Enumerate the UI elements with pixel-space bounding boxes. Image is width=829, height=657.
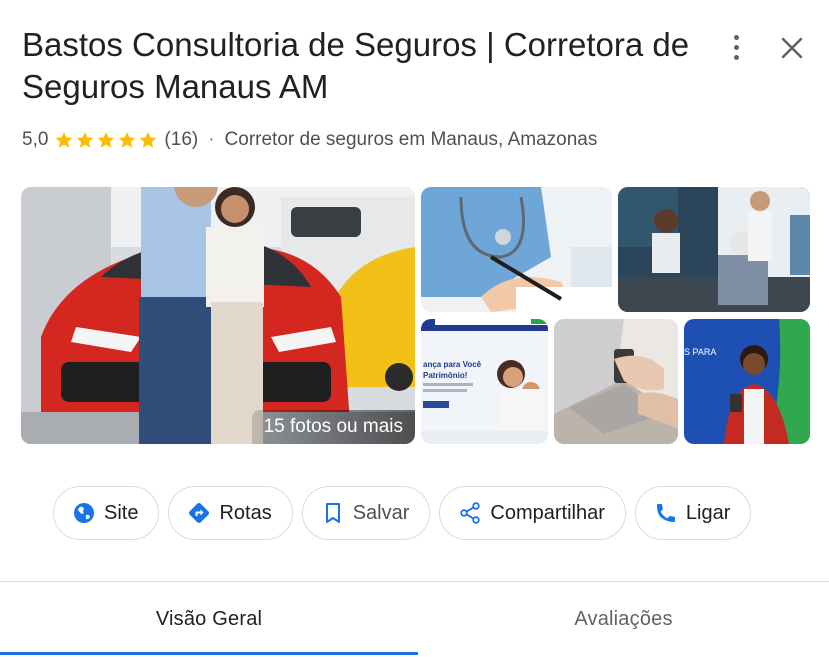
star-icon xyxy=(98,132,115,148)
photo-doctor-writing xyxy=(421,187,612,312)
save-button[interactable]: Salvar xyxy=(301,486,431,540)
star-icon xyxy=(56,132,73,148)
directions-icon xyxy=(189,503,210,523)
bookmark-icon xyxy=(325,503,340,523)
share-icon xyxy=(460,502,481,524)
directions-button[interactable]: Rotas xyxy=(168,486,293,540)
photo-business-meeting xyxy=(618,187,810,312)
tab-bar: Visão Geral Avaliações xyxy=(0,582,829,657)
photo-promo-banner: S PARA xyxy=(684,319,810,444)
more-photos-label[interactable]: 15 fotos ou mais xyxy=(251,410,415,444)
share-button[interactable]: Compartilhar xyxy=(439,486,626,540)
business-category: Corretor de seguros em Manaus, Amazonas xyxy=(224,129,598,150)
photo-gallery: 15 fotos ou mais ança para Você Patrimôn… xyxy=(21,187,810,444)
photo-promo[interactable]: S PARA xyxy=(684,319,810,444)
rating-stars xyxy=(54,130,158,150)
close-icon[interactable] xyxy=(776,32,808,64)
photo-laptop[interactable] xyxy=(554,319,678,444)
photo-doctor[interactable] xyxy=(421,187,612,312)
share-button-label: Compartilhar xyxy=(490,501,605,524)
action-buttons: Site Rotas Salvar Compartilhar Ligar xyxy=(53,486,752,540)
site-button-label: Site xyxy=(104,501,139,524)
call-button[interactable]: Ligar xyxy=(634,486,752,540)
photo-phone-laptop xyxy=(554,319,678,444)
review-count-link[interactable]: (16) xyxy=(164,129,198,151)
photo-couple-car xyxy=(21,187,415,444)
star-icon xyxy=(77,132,94,148)
globe-icon xyxy=(74,503,94,523)
star-icon xyxy=(119,132,136,148)
star-icon xyxy=(140,132,157,148)
tab-overview[interactable]: Visão Geral xyxy=(0,582,418,657)
save-button-label: Salvar xyxy=(352,501,410,524)
site-button[interactable]: Site xyxy=(53,486,160,540)
business-title: Bastos Consultoria de Seguros | Corretor… xyxy=(22,26,690,105)
separator-dot: · xyxy=(208,129,215,150)
rating-score: 5,0 xyxy=(22,129,49,150)
photo-meeting[interactable] xyxy=(618,187,810,312)
promo-text: S PARA xyxy=(684,347,716,357)
tab-reviews[interactable]: Avaliações xyxy=(418,582,829,657)
svg-text:ança para Você: ança para Você xyxy=(423,360,482,369)
directions-button-label: Rotas xyxy=(219,501,272,524)
photo-website-screenshot: ança para Você Patrimônio! xyxy=(421,319,548,444)
rating-row: 5,0 (16) · Corretor de seguros em Manaus… xyxy=(22,127,597,153)
photo-main[interactable]: 15 fotos ou mais xyxy=(21,187,415,444)
more-options-icon[interactable] xyxy=(722,30,750,64)
phone-icon xyxy=(656,504,675,522)
photo-website[interactable]: ança para Você Patrimônio! xyxy=(421,319,548,444)
call-button-label: Ligar xyxy=(685,501,731,524)
svg-text:Patrimônio!: Patrimônio! xyxy=(423,371,467,380)
